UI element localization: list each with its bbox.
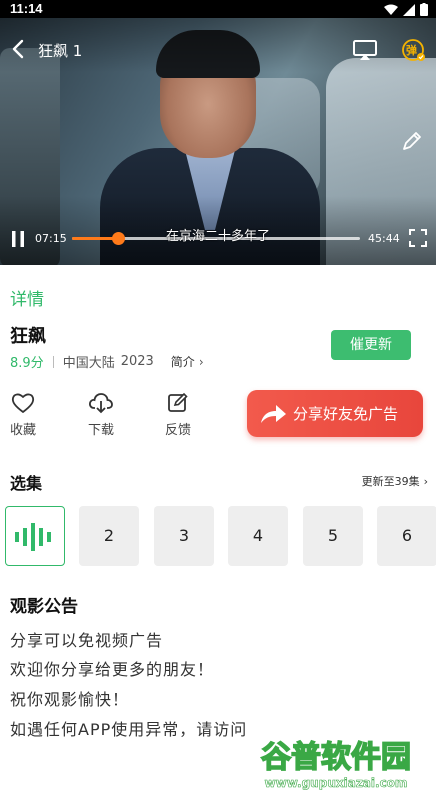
episode-item[interactable]: 5 bbox=[303, 506, 363, 566]
playing-bars-icon bbox=[15, 523, 51, 551]
back-arrow-icon[interactable] bbox=[8, 38, 30, 60]
progress-knob[interactable] bbox=[111, 232, 125, 245]
video-title: 狂飙 1 bbox=[38, 42, 83, 60]
episode-item[interactable]: 3 bbox=[154, 506, 214, 566]
progress-fill bbox=[72, 237, 118, 240]
episode-1-playing[interactable] bbox=[5, 506, 65, 566]
score: 8.9分 bbox=[10, 356, 44, 371]
total-time: 45:44 bbox=[368, 232, 400, 245]
watermark-sub: www.gupuxiazai.com bbox=[264, 776, 408, 791]
chevron-right-icon: › bbox=[198, 355, 204, 369]
year: 2023 bbox=[120, 354, 154, 369]
cast-screen-icon[interactable] bbox=[352, 39, 378, 61]
share-button[interactable]: 分享好友免广告 bbox=[247, 390, 423, 437]
notice-line: 分享可以免视频广告 bbox=[10, 631, 164, 650]
player-top-bar: 狂飙 1 弹 bbox=[0, 18, 436, 150]
status-bar: 11:14 bbox=[0, 0, 436, 18]
heart-icon bbox=[11, 393, 35, 413]
favorite-button[interactable]: 收藏 bbox=[3, 392, 43, 438]
show-meta: 8.9分 中国大陆 2023 简介 › bbox=[10, 352, 204, 371]
intro-label: 简介 bbox=[170, 355, 195, 369]
pause-icon[interactable] bbox=[10, 229, 26, 249]
watermark-main: 谷普软件园 bbox=[260, 739, 412, 776]
cloud-download-icon bbox=[89, 393, 113, 414]
update-status: 更新至39集 bbox=[361, 475, 420, 488]
intro-link[interactable]: 简介 › bbox=[171, 353, 204, 370]
player-controls: 07:15 在京海二十多年了 45:44 bbox=[0, 222, 436, 256]
download-label: 下载 bbox=[87, 423, 114, 438]
notice-title: 观影公告 bbox=[10, 597, 78, 617]
current-time: 07:15 bbox=[35, 232, 67, 245]
divider bbox=[52, 355, 54, 368]
signal-icon bbox=[403, 3, 415, 16]
battery-icon bbox=[420, 3, 428, 16]
download-button[interactable]: 下载 bbox=[81, 392, 121, 438]
notice-line: 祝你观影愉快！ bbox=[10, 690, 130, 709]
share-label: 分享好友免广告 bbox=[293, 405, 399, 423]
episode-item[interactable]: 2 bbox=[79, 506, 139, 566]
edit-square-icon bbox=[168, 392, 188, 412]
feedback-button[interactable]: 反馈 bbox=[158, 392, 198, 438]
wifi-icon bbox=[384, 4, 398, 15]
tab-details[interactable]: 详情 bbox=[10, 285, 44, 310]
notice-line: 欢迎你分享给更多的朋友！ bbox=[10, 660, 215, 679]
feedback-label: 反馈 bbox=[164, 423, 191, 438]
episode-item[interactable]: 6 bbox=[377, 506, 436, 566]
danmaku-label: 弹 bbox=[406, 44, 417, 57]
status-icons bbox=[384, 3, 428, 16]
chevron-right-icon: › bbox=[423, 475, 428, 488]
show-title: 狂飙 bbox=[10, 326, 46, 347]
share-arrow-icon bbox=[261, 404, 286, 423]
status-time: 11:14 bbox=[10, 1, 43, 16]
episodes-more[interactable]: 更新至39集 › bbox=[362, 473, 428, 489]
watermark-logo: 谷普软件园 www.gupuxiazai.com bbox=[238, 732, 434, 796]
urge-update-button[interactable]: 催更新 bbox=[331, 330, 411, 360]
episodes-header: 选集 bbox=[10, 474, 43, 493]
pencil-icon[interactable] bbox=[401, 130, 423, 152]
episode-item[interactable]: 4 bbox=[228, 506, 288, 566]
progress-bar[interactable] bbox=[72, 232, 360, 245]
notice-line: 如遇任何APP使用异常，请访问 bbox=[10, 720, 248, 739]
favorite-label: 收藏 bbox=[9, 423, 36, 438]
fullscreen-icon[interactable] bbox=[408, 228, 428, 248]
danmaku-toggle[interactable]: 弹 bbox=[400, 37, 426, 63]
region: 中国大陆 bbox=[62, 356, 115, 371]
